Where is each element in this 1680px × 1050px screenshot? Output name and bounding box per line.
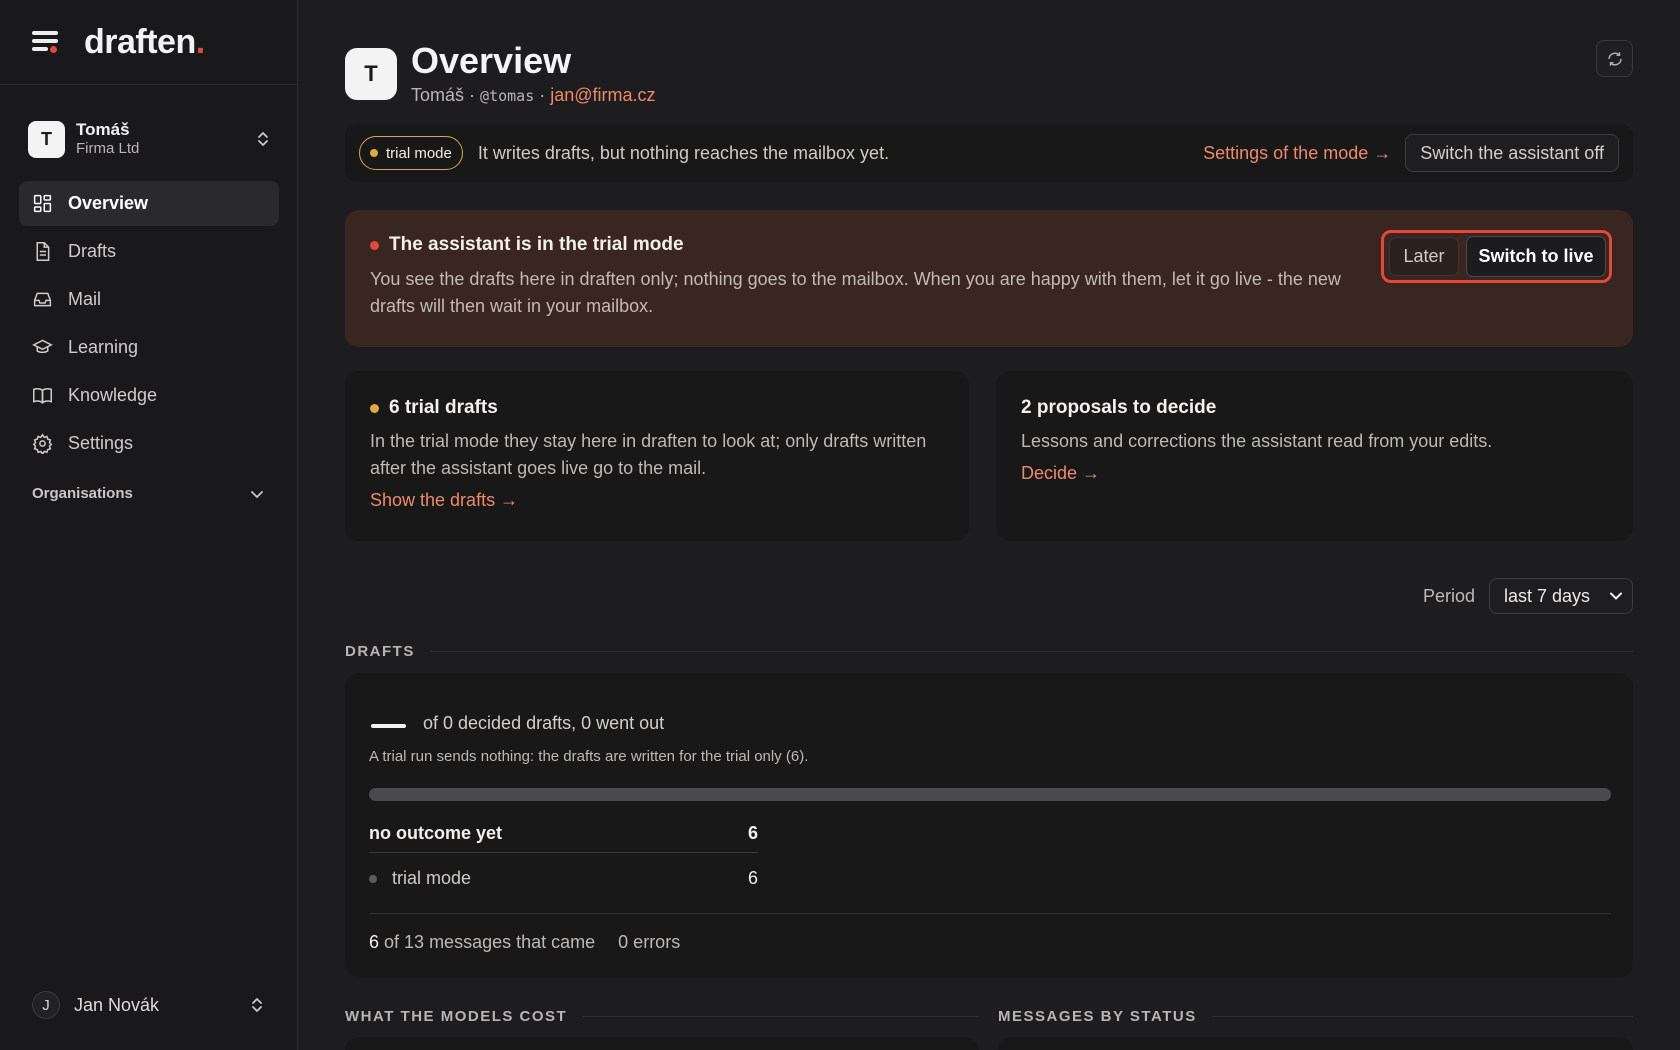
user-menu[interactable]: J Jan Novák [32, 991, 264, 1019]
banner-body: You see the drafts here in draften only;… [370, 269, 1341, 316]
menu-icon[interactable] [32, 31, 60, 53]
mode-description: It writes drafts, but nothing reaches th… [477, 142, 890, 163]
mode-bar: trial mode It writes drafts, but nothing… [345, 124, 1633, 182]
banner-title: The assistant is in the trial mode [389, 234, 684, 255]
sidebar-item-label: Mail [68, 289, 102, 309]
document-icon [36, 242, 50, 261]
profile-avatar: T [345, 48, 397, 100]
show-drafts-link[interactable]: Show the drafts → [370, 490, 518, 511]
messages-count: 6 [369, 932, 380, 952]
period-select[interactable]: last 7 days [1489, 578, 1633, 614]
proposals-card: 2 proposals to decide Lessons and correc… [996, 371, 1633, 541]
alert-dot-icon [370, 240, 379, 250]
sidebar-item-label: Learning [68, 337, 139, 357]
card-body: In the trial mode they stay here in draf… [370, 431, 927, 478]
sidebar-item-mail[interactable]: Mail [19, 277, 279, 322]
card-title: 2 proposals to decide [1021, 397, 1217, 418]
main-nav: Overview Drafts Mail Learning Knowledge … [19, 181, 279, 469]
switch-to-live-button[interactable]: Switch to live [1466, 236, 1606, 277]
messages-text: of 13 messages that came [384, 932, 596, 952]
sidebar-item-settings[interactable]: Settings [19, 421, 279, 466]
account-avatar: T [28, 120, 65, 158]
switch-assistant-off-button[interactable]: Switch the assistant off [1405, 134, 1619, 172]
refresh-icon [1607, 51, 1622, 66]
errors-count: 0 errors [618, 932, 681, 952]
drafts-section-heading: DRAFTS [345, 643, 1633, 660]
refresh-button[interactable] [1596, 40, 1633, 77]
mode-settings-link[interactable]: Settings of the mode → [1203, 143, 1391, 164]
organisations-toggle[interactable]: Organisations [32, 485, 264, 502]
outcome-row: no outcome yet 6 [369, 823, 758, 853]
sidebar-item-label: Overview [68, 193, 149, 213]
outcome-label: no outcome yet [369, 823, 503, 843]
sidebar-item-label: Settings [68, 433, 134, 453]
page-header: T Overview Tomáš · @tomas · jan@firma.cz [345, 40, 1633, 110]
profile-name: Tomáš [411, 85, 465, 105]
sidebar-item-overview[interactable]: Overview [19, 181, 279, 226]
account-name: Tomáš [76, 120, 130, 139]
sidebar-item-drafts[interactable]: Drafts [19, 229, 279, 274]
inbox-icon [33, 292, 52, 307]
outcome-value: 6 [747, 823, 758, 843]
dashboard-icon [33, 194, 52, 213]
account-switcher[interactable]: T Tomáš Firma Ltd [28, 117, 270, 161]
status-section-heading: MESSAGES BY STATUS [998, 1008, 1633, 1025]
drafts-summary-card: of 0 decided drafts, 0 went out A trial … [345, 673, 1633, 978]
outcome-progress-bar [369, 788, 1611, 801]
later-button[interactable]: Later [1389, 237, 1459, 276]
user-name: Jan Novák [74, 994, 160, 1015]
sidebar-item-learning[interactable]: Learning [19, 325, 279, 370]
trial-note: A trial run sends nothing: the drafts ar… [369, 748, 809, 765]
sidebar-item-knowledge[interactable]: Knowledge [19, 373, 279, 418]
trial-drafts-card: 6 trial drafts In the trial mode they st… [345, 371, 969, 541]
period-label: Period [1422, 585, 1475, 606]
profile-handle: @tomas [480, 87, 535, 105]
organisations-label: Organisations [32, 485, 133, 502]
user-avatar: J [32, 991, 60, 1019]
profile-email-link[interactable]: jan@firma.cz [550, 85, 655, 105]
chevron-down-icon [251, 490, 263, 498]
card-title: 6 trial drafts [389, 397, 498, 418]
sidebar-item-label: Drafts [68, 241, 117, 261]
cost-section-heading: WHAT THE MODELS COST [345, 1008, 979, 1025]
profile-subtitle: Tomáš · @tomas · jan@firma.cz [411, 85, 656, 105]
subrow-value: 6 [747, 868, 758, 888]
gear-icon [32, 433, 53, 454]
subrow-label: trial mode [392, 868, 472, 888]
book-icon [33, 388, 52, 404]
empty-value-dash [371, 724, 406, 728]
graduation-cap-icon [32, 339, 53, 354]
sidebar-item-label: Knowledge [68, 385, 158, 405]
logo[interactable]: draften. [84, 23, 205, 62]
account-org: Firma Ltd [76, 140, 140, 158]
messages-summary: 6 of 13 messages that came 0 errors [369, 932, 680, 953]
trial-mode-banner: The assistant is in the trial mode You s… [345, 210, 1633, 347]
status-dot-icon [370, 403, 379, 413]
outcome-subrow: trial mode 6 [369, 868, 758, 889]
period-filter: Period last 7 days [1423, 578, 1633, 614]
status-dot-icon [370, 149, 378, 157]
chevron-updown-icon [258, 132, 268, 146]
page-title: Overview [411, 40, 572, 81]
chevron-down-icon [1610, 592, 1622, 600]
legend-dot-icon [369, 874, 377, 883]
status-card [998, 1037, 1633, 1050]
mode-badge: trial mode [359, 136, 463, 170]
decided-drafts-stat: of 0 decided drafts, 0 went out [423, 713, 665, 733]
chevron-updown-icon [252, 998, 262, 1012]
cost-card [345, 1037, 979, 1050]
banner-actions: Later Switch to live [1381, 230, 1612, 283]
decide-link[interactable]: Decide → [1021, 463, 1100, 484]
card-body: Lessons and corrections the assistant re… [1021, 431, 1493, 451]
sidebar: draften. T Tomáš Firma Ltd Overview Draf… [0, 0, 298, 1050]
brand-bar: draften. [0, 0, 297, 85]
